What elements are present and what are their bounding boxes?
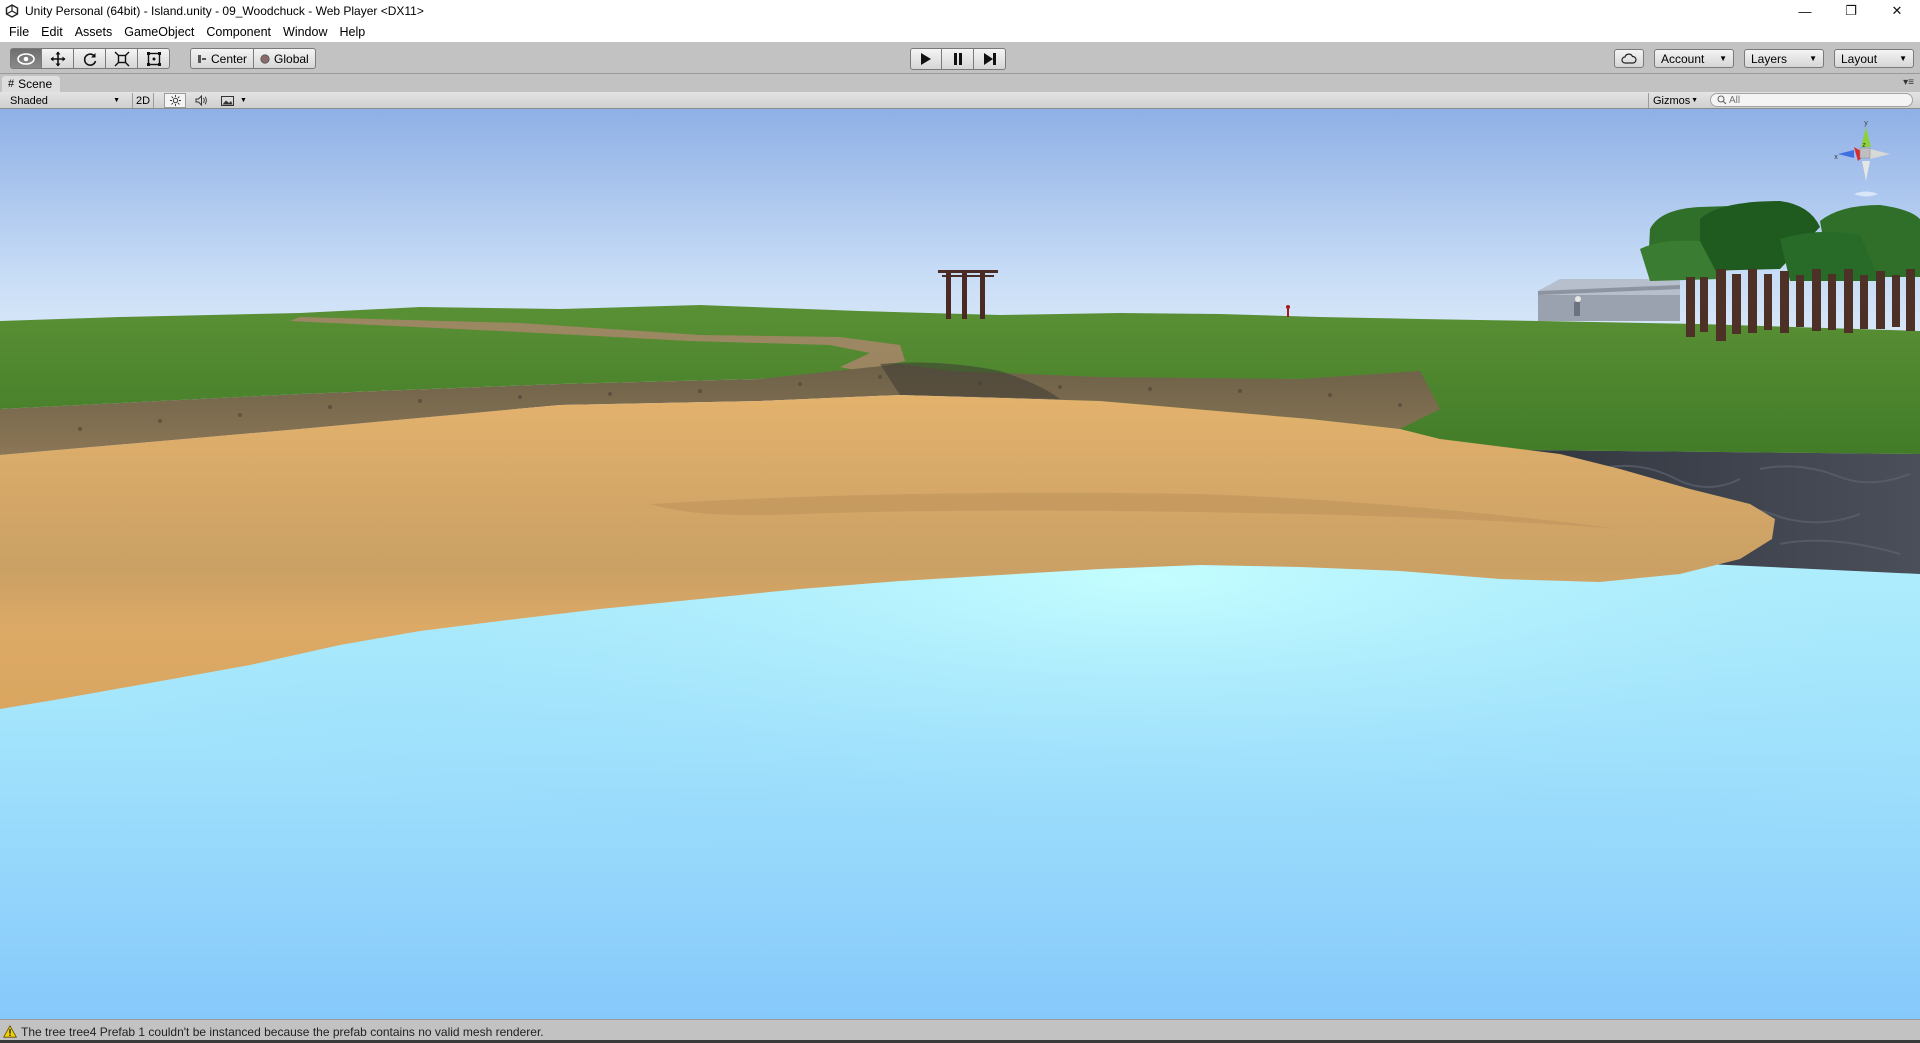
scene-audio-toggle[interactable] <box>190 93 212 108</box>
gizmos-dropdown[interactable]: Gizmos ▼ <box>1648 93 1702 108</box>
transform-tools <box>10 48 170 69</box>
rect-transform-icon <box>146 51 161 66</box>
speaker-icon <box>195 95 207 106</box>
chevron-down-icon: ▼ <box>240 97 247 104</box>
scene-orientation-gizmo[interactable]: y x z <box>1824 117 1908 221</box>
gizmo-axis-z-label: z <box>1862 142 1866 149</box>
pivot-rotation-label: Global <box>274 51 309 66</box>
title-bar: Unity Personal (64bit) - Island.unity - … <box>0 0 1920 22</box>
account-label: Account <box>1661 51 1705 66</box>
draw-mode-label: Shaded <box>10 94 48 107</box>
pivot-mode-label: Center <box>211 51 248 66</box>
view-tool-button[interactable] <box>10 48 42 69</box>
cloud-services-button[interactable] <box>1614 49 1644 68</box>
window-title: Unity Personal (64bit) - Island.unity - … <box>25 4 424 18</box>
move-tool-button[interactable] <box>42 48 74 69</box>
menu-edit[interactable]: Edit <box>35 25 69 39</box>
cloud-icon <box>1621 53 1637 64</box>
layout-dropdown[interactable]: Layout ▼ <box>1834 49 1914 68</box>
scene-effects-dropdown[interactable]: ▼ <box>218 93 250 108</box>
globe-icon <box>260 53 270 64</box>
scene-viewport[interactable]: y x z <box>0 109 1920 1019</box>
status-message: The tree tree4 Prefab 1 couldn't be inst… <box>21 1024 544 1039</box>
rotate-icon <box>83 52 96 66</box>
gizmos-label: Gizmos <box>1653 94 1691 107</box>
scene-search-field[interactable] <box>1710 93 1913 107</box>
menu-gameobject[interactable]: GameObject <box>118 25 200 39</box>
console-status-bar[interactable]: The tree tree4 Prefab 1 couldn't be inst… <box>0 1019 1920 1043</box>
unity-logo-icon <box>5 4 19 18</box>
play-button[interactable] <box>910 48 942 70</box>
search-icon <box>1717 95 1727 105</box>
account-tools: Account ▼ Layers ▼ Layout ▼ <box>1614 49 1914 68</box>
pivot-rotation-button[interactable]: Global <box>254 48 316 69</box>
sun-icon <box>169 95 181 106</box>
chevron-down-icon: ▼ <box>1899 54 1907 63</box>
step-button[interactable] <box>974 48 1006 70</box>
menu-help[interactable]: Help <box>333 25 371 39</box>
close-button[interactable]: ✕ <box>1874 0 1920 22</box>
menu-component[interactable]: Component <box>200 25 277 39</box>
eye-icon <box>17 52 35 65</box>
move-icon <box>50 51 65 66</box>
step-icon <box>983 53 996 65</box>
chevron-down-icon: ▼ <box>1809 54 1817 63</box>
layers-label: Layers <box>1751 51 1788 66</box>
gizmo-center-cube <box>1859 147 1871 159</box>
menu-assets[interactable]: Assets <box>69 25 119 39</box>
play-controls <box>910 48 1006 70</box>
chevron-down-icon: ▼ <box>1691 97 1698 104</box>
layout-label: Layout <box>1841 51 1878 66</box>
tab-scene[interactable]: # Scene <box>2 76 61 92</box>
scale-icon <box>114 51 129 66</box>
gizmo-view-label-icon <box>1854 191 1878 197</box>
gizmo-x-cone <box>1870 149 1890 159</box>
grey-building <box>1538 279 1680 321</box>
rotate-tool-button[interactable] <box>74 48 106 69</box>
restore-button[interactable]: ❐ <box>1828 0 1874 22</box>
pause-button[interactable] <box>942 48 974 70</box>
draw-mode-dropdown[interactable]: Shaded ▼ <box>6 93 124 108</box>
menu-bar: File Edit Assets GameObject Component Wi… <box>0 22 1920 42</box>
scene-tab-bar: # Scene ▾≡ <box>0 75 1920 92</box>
image-effects-icon <box>221 95 235 106</box>
layers-dropdown[interactable]: Layers ▼ <box>1744 49 1824 68</box>
scene-view-controls: Shaded ▼ 2D ▼ Gizmos ▼ <box>0 92 1920 109</box>
unity-editor-window: Unity Personal (64bit) - Island.unity - … <box>0 0 1920 1043</box>
toggle-2d-button[interactable]: 2D <box>132 93 154 108</box>
gizmo-axis-y-label: y <box>1864 120 1868 127</box>
scene-lighting-toggle[interactable] <box>164 93 186 108</box>
warning-icon <box>3 1025 17 1038</box>
main-toolbar: Center Global Account ▼ Layers ▼ Layout … <box>0 42 1920 74</box>
scene-search-input[interactable] <box>1729 94 1909 106</box>
rect-tool-button[interactable] <box>138 48 170 69</box>
scene-grid-icon: # <box>8 78 15 90</box>
pivot-controls: Center Global <box>190 48 316 69</box>
scene-tab-label: Scene <box>18 77 53 91</box>
minimize-button[interactable]: — <box>1782 0 1828 22</box>
gizmo-neg-x-cone <box>1838 150 1854 158</box>
gizmo-neg-y-cone <box>1862 161 1870 181</box>
scene-render <box>0 109 1920 1019</box>
pivot-mode-button[interactable]: Center <box>190 48 255 69</box>
scale-tool-button[interactable] <box>106 48 138 69</box>
panel-menu-icon[interactable]: ▾≡ <box>1903 77 1914 88</box>
play-icon <box>921 53 931 65</box>
pause-icon <box>953 53 962 65</box>
gizmo-axis-x-label: x <box>1834 154 1838 161</box>
pivot-center-icon <box>198 54 206 63</box>
chevron-down-icon: ▼ <box>1719 54 1727 63</box>
window-controls: — ❐ ✕ <box>1782 0 1920 22</box>
account-dropdown[interactable]: Account ▼ <box>1654 49 1734 68</box>
chevron-down-icon: ▼ <box>113 97 120 104</box>
menu-file[interactable]: File <box>3 25 35 39</box>
menu-window[interactable]: Window <box>277 25 333 39</box>
